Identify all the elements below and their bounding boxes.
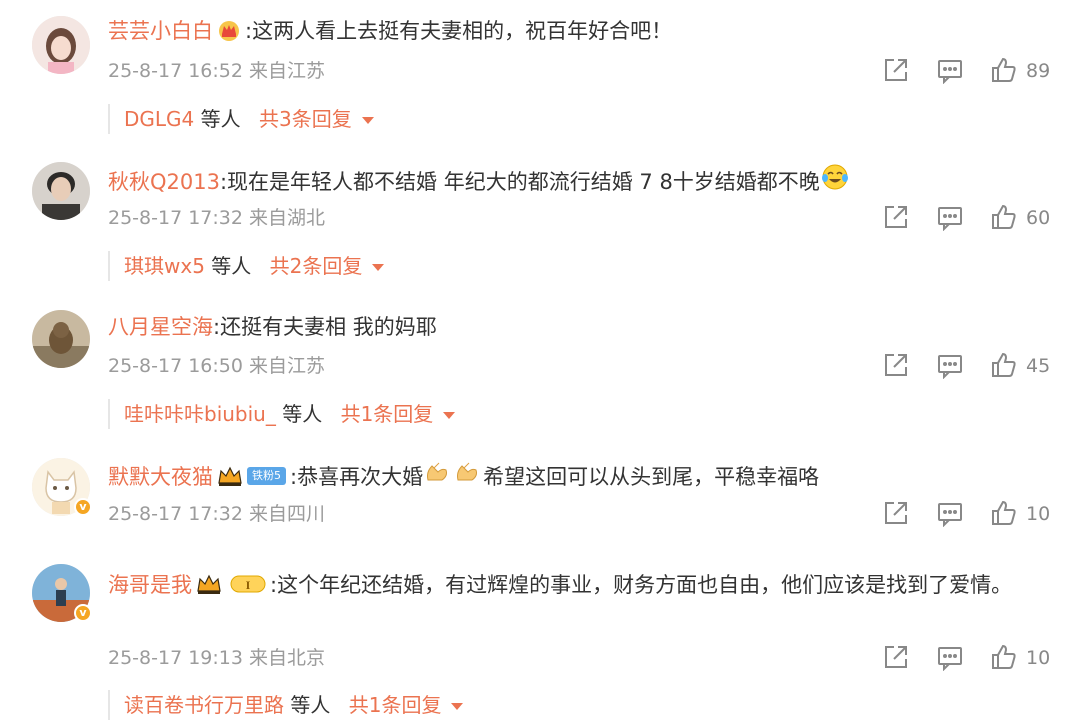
comment-username[interactable]: 海哥是我 xyxy=(108,573,192,597)
comment-icon[interactable] xyxy=(936,203,964,233)
comment-time: 25-8-17 16:50 xyxy=(108,355,243,377)
reply-username[interactable]: DGLG4 xyxy=(124,107,194,131)
svg-text:I: I xyxy=(246,578,251,592)
comment-text: :这两人看上去挺有夫妻相的，祝百年好合吧！ xyxy=(245,19,673,43)
comment-text: :现在是年轻人都不结婚 年纪大的都流行结婚 7 8十岁结婚都不晚 xyxy=(219,170,820,194)
like-count: 60 xyxy=(1026,207,1051,229)
crown-icon xyxy=(217,19,241,41)
like-count: 10 xyxy=(1026,647,1051,669)
comment-text: :这个年纪还结婚，有过辉煌的事业，财务方面也自由，他们应该是找到了爱情。 xyxy=(270,573,1013,597)
chevron-down-icon[interactable] xyxy=(361,117,374,124)
chevron-down-icon[interactable] xyxy=(451,703,464,710)
reply-username[interactable]: 读百卷书行万里路 xyxy=(124,693,284,717)
replies-row[interactable]: DGLG4 等人 共3条回复 xyxy=(108,104,374,134)
chevron-down-icon[interactable] xyxy=(443,412,456,419)
share-icon[interactable] xyxy=(882,643,910,673)
avatar[interactable] xyxy=(32,16,90,74)
like-icon[interactable] xyxy=(990,643,1018,673)
crown-icon xyxy=(196,573,222,595)
replies-row[interactable]: 读百卷书行万里路 等人 共1条回复 xyxy=(108,690,464,720)
reply-username[interactable]: 琪琪wx5 xyxy=(124,254,205,278)
comment-username[interactable]: 八月星空海 xyxy=(108,315,213,339)
reply-etc: 等人 xyxy=(200,107,241,131)
clapping-hands-icon xyxy=(424,460,452,492)
reply-total-link[interactable]: 共2条回复 xyxy=(270,254,363,278)
avatar[interactable] xyxy=(32,162,90,220)
avatar[interactable] xyxy=(32,310,90,368)
comment-time: 25-8-17 19:13 xyxy=(108,647,243,669)
fan-badge: 铁粉5 xyxy=(247,467,286,485)
comment-location: 来自四川 xyxy=(249,503,326,525)
replies-row[interactable]: 琪琪wx5 等人 共2条回复 xyxy=(108,251,385,281)
like-icon[interactable] xyxy=(990,351,1018,381)
like-count: 45 xyxy=(1026,355,1051,377)
laughing-crying-emoji-icon xyxy=(821,164,849,198)
comment-username[interactable]: 默默大夜猫 xyxy=(108,465,213,489)
comment-icon[interactable] xyxy=(936,351,964,381)
verified-v-icon: v xyxy=(74,498,92,516)
share-icon[interactable] xyxy=(882,203,910,233)
reply-etc: 等人 xyxy=(290,693,331,717)
reply-username[interactable]: 哇咔咔咔biubiu_ xyxy=(124,402,276,426)
like-icon[interactable] xyxy=(990,499,1018,529)
comment-location: 来自北京 xyxy=(249,647,326,669)
share-icon[interactable] xyxy=(882,56,910,86)
like-count: 89 xyxy=(1026,60,1051,82)
comment-text-continued: 希望这回可以从头到尾，平稳幸福咯 xyxy=(483,465,820,489)
comment-text: :恭喜再次大婚 xyxy=(290,465,424,489)
like-icon[interactable] xyxy=(990,203,1018,233)
clapping-hands-icon xyxy=(454,460,482,492)
like-icon[interactable] xyxy=(990,56,1018,86)
like-count: 10 xyxy=(1026,503,1051,525)
comment-icon[interactable] xyxy=(936,643,964,673)
reply-total-link[interactable]: 共1条回复 xyxy=(349,693,442,717)
comment-username[interactable]: 芸芸小白白 xyxy=(108,19,213,43)
comment-time: 25-8-17 16:52 xyxy=(108,60,243,82)
verified-v-icon: v xyxy=(74,604,92,622)
crown-icon xyxy=(217,465,243,487)
comment-text: :还挺有夫妻相 我的妈耶 xyxy=(213,315,437,339)
comment-time: 25-8-17 17:32 xyxy=(108,207,243,229)
reply-total-link[interactable]: 共3条回复 xyxy=(259,107,352,131)
vip-level-icon: I xyxy=(230,574,266,594)
comment-time: 25-8-17 17:32 xyxy=(108,503,243,525)
reply-etc: 等人 xyxy=(282,402,323,426)
comment-icon[interactable] xyxy=(936,56,964,86)
comment-location: 来自江苏 xyxy=(249,355,326,377)
comment-icon[interactable] xyxy=(936,499,964,529)
comment-location: 来自江苏 xyxy=(249,60,326,82)
comment-location: 来自湖北 xyxy=(249,207,326,229)
chevron-down-icon[interactable] xyxy=(372,264,385,271)
reply-etc: 等人 xyxy=(211,254,252,278)
reply-total-link[interactable]: 共1条回复 xyxy=(341,402,434,426)
comment-username[interactable]: 秋秋Q2013 xyxy=(108,170,220,194)
share-icon[interactable] xyxy=(882,499,910,529)
replies-row[interactable]: 哇咔咔咔biubiu_ 等人 共1条回复 xyxy=(108,399,456,429)
share-icon[interactable] xyxy=(882,351,910,381)
